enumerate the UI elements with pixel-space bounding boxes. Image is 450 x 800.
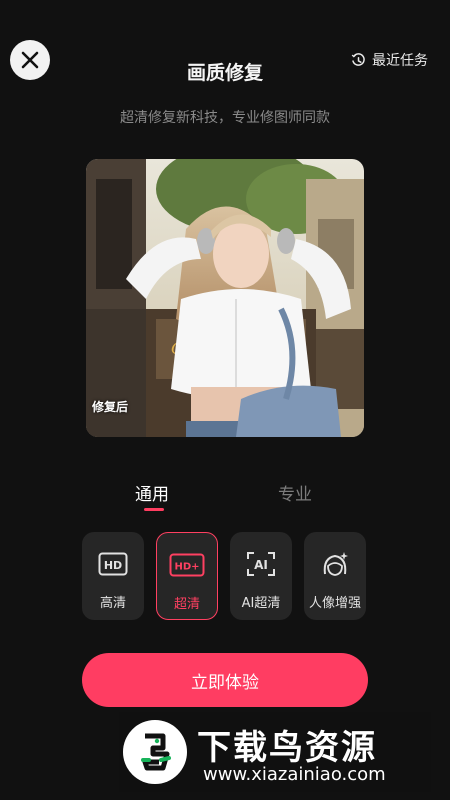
portrait-enhance-icon (323, 552, 348, 576)
page-subtitle: 超清修复新科技，专业修图师同款 (120, 110, 330, 126)
preview-image: Cin 修复后 (86, 159, 364, 437)
recent-tasks-label: 最近任务 (372, 53, 428, 69)
mode-ai-ultra-hd-label: AI超清 (241, 596, 281, 611)
svg-text:AI: AI (254, 558, 268, 572)
tab-professional[interactable]: 专业 (278, 480, 312, 505)
bird-logo-icon (141, 733, 171, 771)
hd-plus-icon: HD+ (169, 553, 205, 577)
svg-text:HD: HD (104, 559, 122, 572)
portrait-photo: Cin (86, 159, 364, 437)
watermark-logo (123, 720, 187, 784)
tab-general[interactable]: 通用 (135, 480, 169, 505)
mode-ultra-hd-label: 超清 (173, 597, 200, 612)
ai-icon: AI (247, 552, 275, 576)
mode-hd[interactable]: HD 高清 (82, 532, 144, 620)
mode-portrait-enhance[interactable]: 人像增强 (304, 532, 366, 620)
mode-portrait-enhance-label: 人像增强 (308, 596, 361, 611)
watermark: 下载鸟资源 www.xiazainiao.com (119, 712, 431, 792)
recent-tasks-button[interactable]: 最近任务 (351, 50, 428, 70)
mode-ultra-hd[interactable]: HD+ 超清 (156, 532, 218, 620)
svg-text:HD+: HD+ (174, 562, 199, 573)
preview-label: 修复后 (92, 400, 129, 414)
watermark-title: 下载鸟资源 (197, 728, 377, 768)
try-now-button[interactable]: 立即体验 (82, 653, 368, 707)
hd-icon: HD (98, 552, 128, 576)
watermark-url: www.xiazainiao.com (203, 764, 386, 785)
clock-icon (351, 52, 365, 66)
active-tab-indicator (144, 508, 164, 511)
mode-hd-label: 高清 (99, 596, 126, 611)
mode-tabs: 通用 专业 (0, 480, 450, 520)
mode-ai-ultra-hd[interactable]: AI AI超清 (230, 532, 292, 620)
